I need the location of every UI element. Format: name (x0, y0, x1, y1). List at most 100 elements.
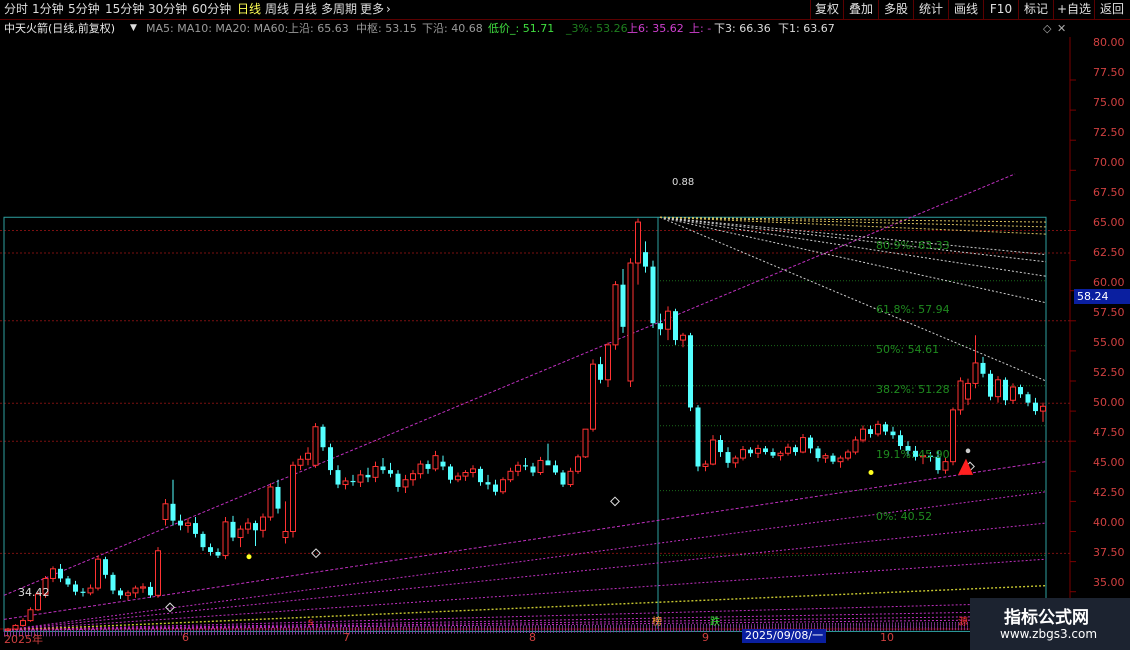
signal-dot (868, 470, 874, 476)
x-tick-label: 2025年 (4, 633, 43, 646)
candle-body (1033, 402, 1038, 412)
candle-body (275, 486, 281, 509)
candle-body (793, 447, 798, 453)
fib-label: 80.9%: 63.33 (876, 239, 950, 252)
candle-body (432, 455, 439, 470)
watermark-url: www.zbgs3.com (1000, 627, 1098, 641)
candle-body (95, 558, 101, 589)
period-tab-15min[interactable]: 15分钟 (105, 0, 144, 19)
candle-body (297, 458, 304, 466)
period-tab-multi[interactable]: 多周期 (321, 0, 357, 19)
candle-body (830, 455, 836, 462)
candle-body (328, 447, 333, 471)
candle-body (230, 521, 236, 538)
mark-button[interactable]: 标记 (1018, 0, 1053, 19)
candle-body (155, 550, 161, 596)
candle-body (605, 344, 611, 381)
candle-body (627, 262, 634, 382)
adjust-button[interactable]: 复权 (810, 0, 843, 19)
period-tab-more[interactable]: 更多 (360, 0, 384, 19)
candle-body (710, 439, 716, 465)
period-tab-5min[interactable]: 5分钟 (68, 0, 100, 19)
low-price: 低价_: 51.71 (488, 22, 555, 35)
candle-body (455, 475, 461, 481)
period-tab-30min[interactable]: 30分钟 (148, 0, 187, 19)
period-tab-monthly[interactable]: 月线 (293, 0, 317, 19)
candle-body (185, 522, 191, 526)
chevron-right-icon[interactable]: › (386, 0, 391, 19)
candle-body (950, 409, 956, 463)
down3-value: 下3: 66.36 (714, 22, 771, 35)
candle-body (957, 380, 964, 411)
fib-label: 19.1%: 45.90 (876, 448, 950, 461)
kline-chart[interactable] (0, 37, 1130, 650)
statistics-button[interactable]: 统计 (913, 0, 948, 19)
candle-body (365, 474, 371, 478)
candle-body (665, 310, 671, 330)
candle-body (170, 503, 176, 521)
candle-body (417, 463, 424, 475)
f10-button[interactable]: F10 (983, 0, 1018, 19)
candle-body (80, 591, 86, 593)
diamond-icon[interactable]: ◇ (1043, 20, 1051, 37)
candle-body (222, 521, 229, 557)
candle-body (658, 323, 663, 330)
candle-body (132, 587, 139, 594)
candle-body (312, 426, 319, 466)
y-tick-label: 50.00 (1093, 396, 1125, 409)
candle-body (725, 452, 731, 463)
watermark-title: 指标公式网 (1004, 608, 1089, 628)
period-tab-intraday[interactable]: 分时 (4, 0, 28, 19)
y-tick-label: 45.00 (1093, 456, 1125, 469)
pct3-value: _3%: 53.26 (566, 22, 628, 35)
period-tab-daily[interactable]: 日线 (237, 0, 261, 19)
candle-body (1018, 387, 1023, 395)
diamond-marker (165, 602, 175, 613)
draw-line-button[interactable]: 画线 (948, 0, 983, 19)
back-button[interactable]: 返回 (1094, 0, 1129, 19)
candle-body (1025, 394, 1031, 403)
candle-body (852, 439, 859, 453)
candle-body (470, 468, 476, 474)
upper-edge: 上沿: 65.63 (288, 22, 349, 35)
multi-stock-button[interactable]: 多股 (878, 0, 913, 19)
candle-body (493, 484, 498, 492)
candle-body (125, 592, 131, 596)
candle-body (380, 466, 386, 471)
candle-body (425, 464, 431, 469)
candle-body (785, 446, 791, 454)
y-tick-label: 75.00 (1093, 96, 1125, 109)
candle-body (530, 466, 536, 473)
candle-body (620, 284, 626, 327)
close-icon[interactable]: ✕ (1057, 20, 1066, 37)
candle-body (12, 624, 19, 630)
candle-body (65, 578, 71, 585)
candle-body (740, 449, 746, 459)
candle-body (507, 470, 514, 481)
candle-body (290, 464, 296, 532)
dropdown-icon[interactable]: ▼ (130, 20, 137, 37)
candle-body (448, 466, 453, 480)
candle-body (523, 465, 528, 467)
candle-body (1040, 405, 1046, 412)
add-watchlist-button[interactable]: +自选 (1053, 0, 1094, 19)
candle-body (890, 431, 896, 436)
candle-body (282, 531, 289, 539)
period-tab-1min[interactable]: 1分钟 (32, 0, 64, 19)
overlay-button[interactable]: 叠加 (843, 0, 878, 19)
fib-label: 0%: 40.52 (876, 510, 933, 523)
y-tick-label: 77.50 (1093, 66, 1125, 79)
candle-body (193, 523, 198, 534)
candle-body (718, 439, 723, 453)
candle-body (635, 221, 641, 264)
candle-body (260, 516, 266, 531)
y-tick-label: 52.50 (1093, 366, 1125, 379)
y-tick-label: 60.00 (1093, 276, 1125, 289)
candle-body (598, 364, 603, 380)
x-tick-label: 6 (182, 631, 189, 644)
candle-body (972, 362, 979, 384)
period-tab-60min[interactable]: 60分钟 (192, 0, 231, 19)
period-tab-weekly[interactable]: 周线 (265, 0, 289, 19)
candle-body (845, 451, 851, 459)
candle-body (1003, 379, 1008, 401)
